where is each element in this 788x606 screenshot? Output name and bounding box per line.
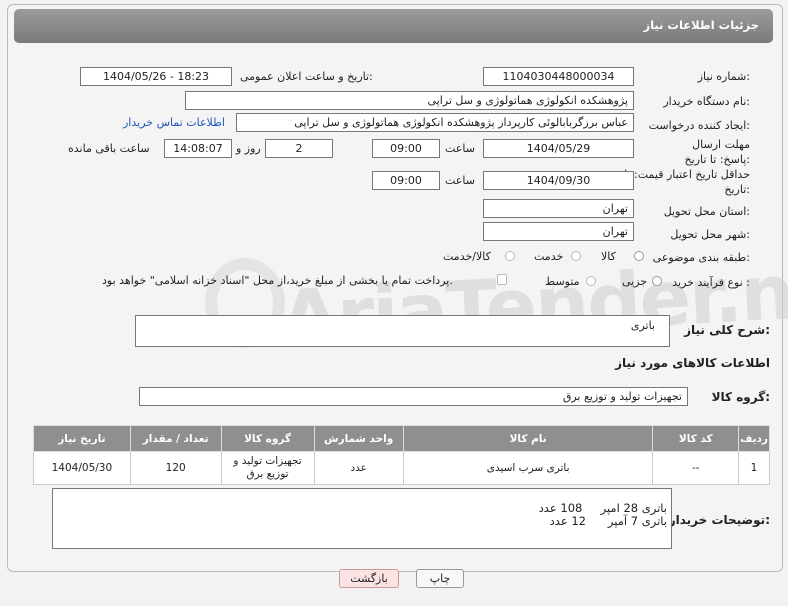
deadline-label: مهلت ارسال پاسخ: تا تاریخ: (684, 138, 750, 166)
cell-name: باتری سرب اسیدی (402, 451, 654, 485)
print-button[interactable]: چاپ (416, 569, 464, 588)
goods-table: ردیف کد کالا نام کالا واحد شمارش گروه کا… (33, 425, 770, 485)
validity-date-field: 1404/09/30 (483, 171, 634, 190)
announce-field: 1404/05/26 - 18:23 (80, 67, 232, 86)
cell-row: 1 (738, 451, 770, 485)
remaining-time-field: 14:08:07 (164, 139, 232, 158)
buyer-notes-label: توضیحات خریدار: (668, 513, 770, 527)
category-label: طبقه بندی موضوعی: (652, 251, 750, 264)
description-label: شرح کلی نیاز: (684, 323, 770, 337)
category-radio-service[interactable] (571, 251, 581, 261)
process-option-medium: متوسط (545, 275, 580, 288)
cell-qty: 120 (129, 451, 222, 485)
col-qty: تعداد / مقدار (129, 425, 222, 452)
page-header: جزئیات اطلاعات نیاز (14, 9, 773, 43)
category-radio-both[interactable] (505, 251, 515, 261)
buyer-notes-line-2: باتری 7 آمپر 12 عدد (549, 514, 667, 528)
city-field: تهران (483, 222, 634, 241)
city-label: شهر محل تحویل: (670, 228, 750, 241)
remaining-label: ساعت باقی مانده (68, 142, 150, 155)
cell-code: -- (652, 451, 740, 485)
cell-unit: عدد (313, 451, 404, 485)
col-name: نام کالا (402, 425, 654, 452)
buyer-org-label: نام دستگاه خریدار: (663, 95, 750, 108)
process-option-minor: جزیی (622, 275, 648, 288)
description-textarea[interactable]: باتری (135, 315, 670, 347)
category-option-service: خدمت (534, 250, 564, 263)
validity-time-label: ساعت (445, 174, 475, 187)
process-label: نوع فرآیند خرید : (672, 276, 750, 289)
back-button[interactable]: بازگشت (339, 569, 399, 588)
buyer-contact-link[interactable]: اطلاعات تماس خریدار (123, 116, 225, 129)
cell-group: تجهیزات تولید و توزیع برق (220, 451, 315, 485)
category-option-both: کالا/خدمت (443, 250, 491, 263)
need-number-field: 1104030448000034 (483, 67, 634, 86)
goods-section-title: اطلاعات کالاهای مورد نیاز (615, 356, 770, 370)
goods-group-label: گروه کالا: (711, 390, 770, 404)
need-number-label: شماره نیاز: (697, 70, 750, 83)
col-group: گروه کالا (220, 425, 315, 452)
province-label: استان محل تحویل: (663, 205, 750, 218)
category-radio-goods[interactable] (634, 251, 644, 261)
category-option-goods: کالا (601, 250, 616, 263)
deadline-time-label: ساعت (445, 142, 475, 155)
validity-time-field: 09:00 (372, 171, 440, 190)
announce-label: تاریخ و ساعت اعلان عمومی: (240, 70, 373, 83)
days-label: روز و (236, 142, 261, 155)
buyer-notes-textarea[interactable]: باتری 28 امپر 108 عدد باتری 7 آمپر 12 عدد (52, 488, 672, 549)
deadline-date-field: 1404/05/29 (483, 139, 634, 158)
col-row: ردیف (738, 425, 770, 452)
table-row: 1 -- باتری سرب اسیدی عدد تجهیزات تولید و… (33, 451, 770, 485)
page-title: جزئیات اطلاعات نیاز (643, 18, 759, 32)
process-radio-minor[interactable] (652, 276, 662, 286)
payment-note: پرداخت تمام یا بخشی از مبلغ خرید،از محل … (102, 274, 453, 287)
cell-date: 1404/05/30 (33, 451, 131, 485)
payment-checkbox[interactable] (497, 274, 507, 285)
province-field: تهران (483, 199, 634, 218)
validity-label: حداقل تاریخ اعتبار قیمت: تا تاریخ: (624, 168, 750, 196)
buyer-org-field: پژوهشکده انکولوژی هماتولوژی و سل تراپی (185, 91, 634, 110)
col-date: تاریخ نیاز (33, 425, 131, 452)
deadline-time-field: 09:00 (372, 139, 440, 158)
goods-group-field: تجهیزات تولید و توزیع برق (139, 387, 688, 406)
process-radio-medium[interactable] (586, 276, 596, 286)
creator-field: عباس برزگربابالوئی کارپرداز پژوهشکده انک… (236, 113, 634, 132)
col-code: کد کالا (652, 425, 740, 452)
days-field: 2 (265, 139, 333, 158)
creator-label: ایجاد کننده درخواست: (648, 119, 750, 132)
col-unit: واحد شمارش (313, 425, 404, 452)
